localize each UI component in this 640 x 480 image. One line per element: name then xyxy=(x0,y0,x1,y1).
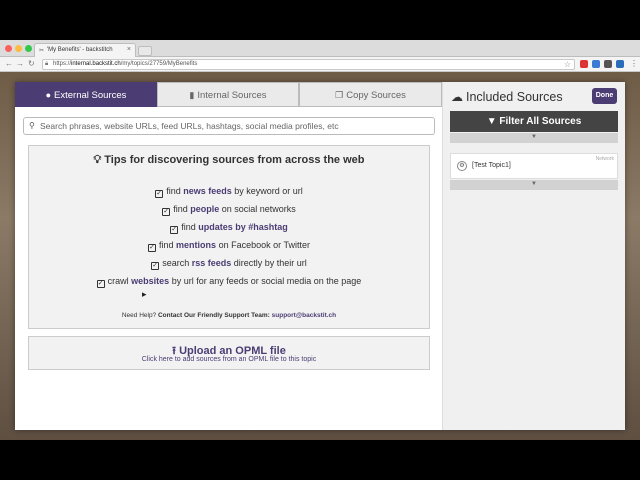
tip-text: find xyxy=(159,240,177,250)
topic-network-label: Network xyxy=(595,156,614,162)
extension-icon-4[interactable] xyxy=(616,60,624,68)
browser-tab[interactable]: ✂ 'My Benefits' - backstitch × xyxy=(34,43,136,57)
book-icon: ▮ xyxy=(189,90,195,100)
included-source-item[interactable]: ⚙ [Test Topic1] Network xyxy=(450,153,618,179)
filter-icon: ▼ xyxy=(486,116,497,127)
filter-small-icon: ▼ xyxy=(531,134,537,140)
source-search-input[interactable]: ⚲ Search phrases, website URLs, feed URL… xyxy=(23,117,435,135)
url-path: /my/topics/27759/MyBenefits xyxy=(120,61,198,67)
checkbox-checked-icon: ✓ xyxy=(170,226,179,234)
item-filter-bar[interactable]: ▼ xyxy=(450,180,618,190)
address-bar[interactable]: 🔒︎ https://internal.backstit.ch/my/topic… xyxy=(42,59,575,70)
tip-text: by url for any feeds or social media on … xyxy=(169,276,362,286)
help-prefix: Need Help? xyxy=(121,312,157,319)
tip-highlight: mentions xyxy=(176,240,217,250)
tab-label: External Sources xyxy=(54,90,127,101)
bookmark-star-icon[interactable]: ☆ xyxy=(564,60,571,69)
source-search-panel: ● External Sources ▮ Internal Sources ❐ Cop… xyxy=(15,82,442,430)
reload-icon[interactable]: ↻ xyxy=(28,59,35,68)
tip-item: ✓ find mentions on Facebook or Twitter xyxy=(29,240,429,252)
included-sources-title: ☁ Included Sources xyxy=(451,90,563,104)
topic-name: [Test Topic1] xyxy=(472,162,511,169)
tab-internal-sources[interactable]: ▮ Internal Sources xyxy=(157,82,299,107)
lightbulb-icon: 💡︎ xyxy=(93,154,102,166)
copy-icon: ❐ xyxy=(335,90,344,100)
help-line: Need Help? Contact Our Friendly Support … xyxy=(29,312,429,319)
checkbox-checked-icon: ✓ xyxy=(162,208,171,216)
done-button[interactable]: Done xyxy=(592,88,617,104)
tips-panel: 💡︎ Tips for discovering sources from acr… xyxy=(28,145,430,329)
tip-text: on social networks xyxy=(219,204,296,214)
screen: ✂ 'My Benefits' - backstitch × ← → ↻ 🔒︎ … xyxy=(0,40,640,440)
checkbox-checked-icon: ✓ xyxy=(151,262,160,270)
globe-icon: ● xyxy=(45,90,52,100)
upload-opml-button[interactable]: ⭱ Upload an OPML file Click here to add … xyxy=(28,336,430,370)
mouse-cursor-icon: ▸ xyxy=(142,289,147,299)
tip-item: ✓ find updates by #hashtag xyxy=(29,222,429,234)
tip-highlight: rss feeds xyxy=(191,258,232,268)
cloud-icon: ☁ xyxy=(451,90,463,104)
checkbox-checked-icon: ✓ xyxy=(148,244,157,252)
tips-title: 💡︎ Tips for discovering sources from acr… xyxy=(29,154,429,167)
search-placeholder: Search phrases, website URLs, feed URLs,… xyxy=(40,121,339,131)
checkbox-checked-icon: ✓ xyxy=(96,280,105,288)
tip-item: ✓ crawl websites by url for any feeds or … xyxy=(29,276,429,288)
browser-menu-icon[interactable]: ⋮ xyxy=(630,59,638,68)
tab-copy-sources[interactable]: ❐ Copy Sources xyxy=(299,82,442,107)
tip-item: ✓ find people on social networks xyxy=(29,204,429,216)
minimize-window-icon[interactable] xyxy=(15,45,22,52)
included-sources-panel: ☁ Included Sources Done ▼ Filter All Sour… xyxy=(442,82,625,430)
filter-small-icon: ▼ xyxy=(531,181,537,187)
tip-highlight: updates by #hashtag xyxy=(198,222,288,232)
included-title-text: Included Sources xyxy=(466,90,563,104)
topic-avatar-icon: ⚙ xyxy=(457,161,467,171)
url-prefix: https:// xyxy=(53,61,72,67)
tab-label: Copy Sources xyxy=(346,90,406,101)
tip-text: crawl xyxy=(107,276,132,286)
support-email-link[interactable]: support@backstit.ch xyxy=(272,312,337,319)
extension-icon-2[interactable] xyxy=(592,60,600,68)
close-tab-icon[interactable]: × xyxy=(127,46,131,53)
tip-highlight: websites xyxy=(131,276,170,286)
backstitch-favicon-icon: ✂ xyxy=(39,48,45,54)
new-tab-button[interactable] xyxy=(138,46,152,56)
maximize-window-icon[interactable] xyxy=(25,45,32,52)
help-contact: Contact Our Friendly Support Team: xyxy=(157,312,270,319)
tab-label: Internal Sources xyxy=(197,90,267,101)
browser-toolbar: ← → ↻ 🔒︎ https://internal.backstit.ch/my… xyxy=(0,57,640,72)
forward-icon[interactable]: → xyxy=(16,59,24,68)
back-icon[interactable]: ← xyxy=(5,59,13,68)
close-window-icon[interactable] xyxy=(5,45,12,52)
tip-item: ✓ search rss feeds directly by their url xyxy=(29,258,429,270)
tip-text: find xyxy=(166,186,184,196)
tip-text: search xyxy=(162,258,192,268)
filter-label: Filter All Sources xyxy=(499,116,582,127)
browser-tab-title: 'My Benefits' - backstitch xyxy=(47,47,113,53)
tab-external-sources[interactable]: ● External Sources xyxy=(15,82,157,107)
tip-text: find xyxy=(181,222,199,232)
tip-text: find xyxy=(173,204,191,214)
checkbox-checked-icon: ✓ xyxy=(155,190,164,198)
extension-icon-1[interactable] xyxy=(580,60,588,68)
tip-text: by keyword or url xyxy=(231,186,303,196)
tip-highlight: news feeds xyxy=(183,186,232,196)
extension-icon-3[interactable] xyxy=(604,60,612,68)
url-host: internal.backstit.ch xyxy=(71,61,121,67)
tip-highlight: people xyxy=(190,204,220,214)
search-icon: ⚲ xyxy=(29,121,35,130)
tip-item: ✓ find news feeds by keyword or url xyxy=(29,186,429,198)
browser-tabbar: ✂ 'My Benefits' - backstitch × xyxy=(0,40,640,57)
sources-modal: ● External Sources ▮ Internal Sources ❐ Cop… xyxy=(15,82,625,430)
source-tabs: ● External Sources ▮ Internal Sources ❐ Cop… xyxy=(15,82,442,107)
tips-title-text: Tips for discovering sources from across… xyxy=(104,154,365,166)
tip-text: directly by their url xyxy=(231,258,307,268)
opml-subtitle: Click here to add sources from an OPML f… xyxy=(141,356,317,363)
filter-toggle-bar[interactable]: ▼ xyxy=(450,133,618,143)
lock-icon: 🔒︎ xyxy=(45,61,49,67)
tip-text: on Facebook or Twitter xyxy=(216,240,310,250)
filter-all-sources-button[interactable]: ▼ Filter All Sources xyxy=(450,111,618,132)
